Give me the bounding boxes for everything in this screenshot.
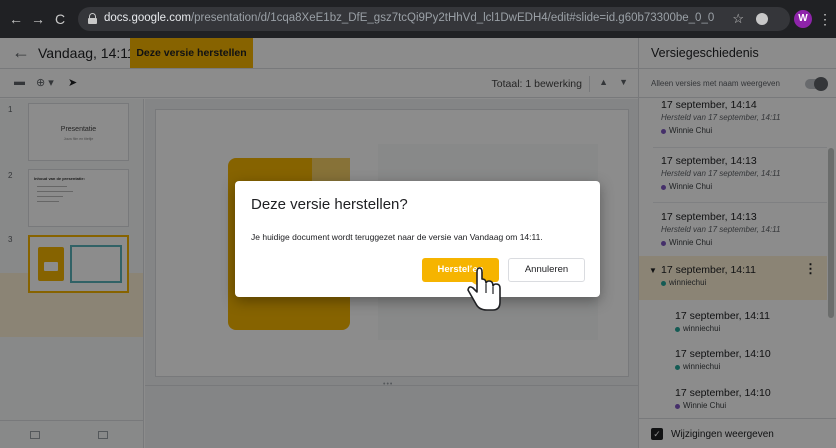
lock-icon <box>88 13 97 24</box>
dialog-message: Je huidige document wordt teruggezet naa… <box>251 232 543 242</box>
bookmark-star-icon[interactable]: ☆ <box>732 11 744 27</box>
cancel-button[interactable]: Annuleren <box>508 258 585 282</box>
restore-dialog: Deze versie herstellen? Je huidige docum… <box>235 181 600 297</box>
profile-avatar[interactable]: W <box>794 10 812 28</box>
address-bar[interactable]: docs.google.com/presentation/d/1cqa8XeE1… <box>78 7 790 31</box>
browser-menu-icon[interactable]: ⋮ <box>818 10 832 28</box>
hand-cursor-icon <box>467 262 501 311</box>
browser-toolbar: ← → C docs.google.com/presentation/d/1cq… <box>0 0 836 38</box>
url-text: docs.google.com/presentation/d/1cqa8XeE1… <box>104 12 715 24</box>
reload-icon[interactable]: C <box>52 11 68 27</box>
forward-arrow-icon[interactable]: → <box>30 11 46 27</box>
back-arrow-icon[interactable]: ← <box>8 11 24 27</box>
dialog-title: Deze versie herstellen? <box>251 196 408 213</box>
extension-icon[interactable] <box>756 13 768 25</box>
